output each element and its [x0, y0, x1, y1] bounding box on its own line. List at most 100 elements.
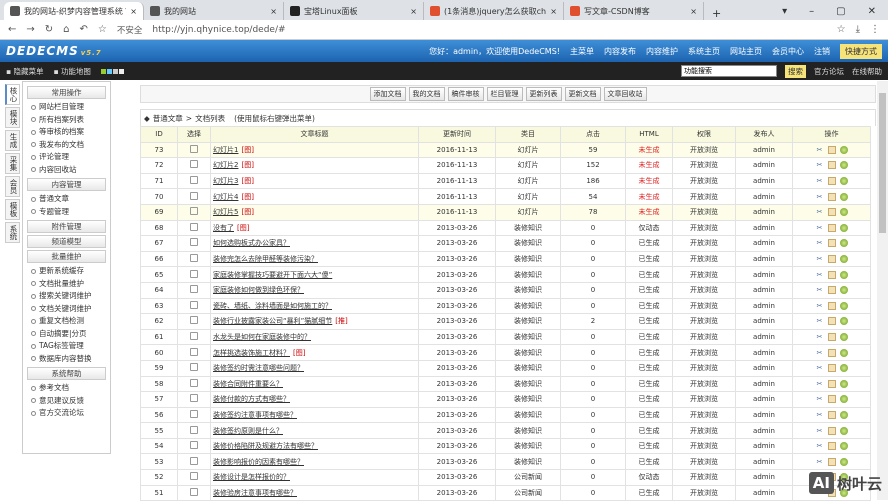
- preview-icon[interactable]: [839, 177, 848, 186]
- toolbar-button[interactable]: 更新文档: [564, 87, 601, 101]
- preview-icon[interactable]: [839, 255, 848, 264]
- sidebar-item[interactable]: 网站栏目管理: [25, 101, 108, 114]
- download-icon[interactable]: ⤓: [856, 24, 860, 35]
- edit-icon[interactable]: [827, 410, 836, 419]
- sidebar-group-header[interactable]: 频道模型: [27, 235, 106, 248]
- article-title-link[interactable]: 装修影响报价的因素有哪些？: [213, 458, 304, 466]
- preview-icon[interactable]: [839, 442, 848, 451]
- close-tab-icon[interactable]: ×: [690, 7, 697, 16]
- sidebar-group-header[interactable]: 常用操作: [27, 86, 106, 99]
- module-tab[interactable]: 采集: [5, 153, 20, 174]
- preview-icon[interactable]: [839, 286, 848, 295]
- reload-icon[interactable]: ↻: [45, 24, 53, 35]
- preview-icon[interactable]: [839, 379, 848, 388]
- row-checkbox[interactable]: [190, 254, 198, 263]
- close-window-icon[interactable]: ✕: [868, 6, 876, 17]
- module-tab[interactable]: 系统: [5, 222, 20, 243]
- article-title-link[interactable]: 装修签约注意事项有哪些？: [213, 411, 297, 419]
- module-tab[interactable]: 核心: [5, 84, 20, 105]
- online-help-link[interactable]: 在线帮助: [852, 66, 882, 77]
- row-checkbox[interactable]: [190, 347, 198, 356]
- preview-icon[interactable]: [839, 270, 848, 279]
- preview-icon[interactable]: [839, 239, 848, 248]
- bookmark-star-icon[interactable]: ☆: [98, 24, 107, 35]
- sidebar-item[interactable]: 意见建议反馈: [25, 395, 108, 408]
- article-title-link[interactable]: 幻灯片2: [213, 161, 238, 169]
- skin-selector[interactable]: [100, 67, 125, 76]
- row-checkbox[interactable]: [190, 176, 198, 185]
- module-tab[interactable]: 会员: [5, 176, 20, 197]
- tools-icon[interactable]: ✂: [816, 349, 824, 357]
- tools-icon[interactable]: ✂: [816, 177, 824, 185]
- sidebar-group-header[interactable]: 批量维护: [27, 250, 106, 263]
- menu-icon[interactable]: ⋮: [870, 24, 880, 35]
- header-nav-link[interactable]: 主菜单: [570, 46, 594, 57]
- sidebar-item[interactable]: 普通文章: [25, 193, 108, 206]
- header-nav-link[interactable]: 会员中心: [772, 46, 804, 57]
- scrollbar-thumb[interactable]: [879, 93, 886, 233]
- edit-icon[interactable]: [827, 286, 836, 295]
- header-nav-link[interactable]: 系统主页: [688, 46, 720, 57]
- edit-icon[interactable]: [827, 255, 836, 264]
- edit-icon[interactable]: [827, 348, 836, 357]
- row-checkbox[interactable]: [190, 222, 198, 231]
- close-tab-icon[interactable]: ×: [410, 7, 417, 16]
- article-title-link[interactable]: 幻灯片5: [213, 208, 238, 216]
- row-checkbox[interactable]: [190, 487, 198, 496]
- tools-icon[interactable]: ✂: [816, 427, 824, 435]
- edit-icon[interactable]: [827, 192, 836, 201]
- sidebar-item[interactable]: 数据库内容替换: [25, 353, 108, 366]
- tools-icon[interactable]: ✂: [816, 317, 824, 325]
- sidebar-group-header[interactable]: 内容管理: [27, 178, 106, 191]
- sidebar-item[interactable]: TAG标签管理: [25, 340, 108, 353]
- preview-icon[interactable]: [839, 301, 848, 310]
- edit-icon[interactable]: [827, 145, 836, 154]
- sidebar-item[interactable]: 更新系统缓存: [25, 265, 108, 278]
- minimize-icon[interactable]: –: [809, 6, 814, 17]
- preview-icon[interactable]: [839, 208, 848, 217]
- header-nav-link[interactable]: 网站主页: [730, 46, 762, 57]
- row-checkbox[interactable]: [190, 160, 198, 169]
- tools-icon[interactable]: ✂: [816, 255, 824, 263]
- edit-icon[interactable]: [827, 239, 836, 248]
- row-checkbox[interactable]: [190, 378, 198, 387]
- edit-icon[interactable]: [827, 442, 836, 451]
- article-title-link[interactable]: 家庭装修如何做到绿色环保？: [213, 286, 304, 294]
- security-indicator[interactable]: 不安全: [117, 24, 143, 36]
- edit-icon[interactable]: [827, 270, 836, 279]
- close-tab-icon[interactable]: ×: [550, 7, 557, 16]
- browser-tab[interactable]: 我的网站-织梦内容管理系统 V57 ×: [4, 2, 144, 20]
- row-checkbox[interactable]: [190, 144, 198, 153]
- preview-icon[interactable]: [839, 348, 848, 357]
- preview-icon[interactable]: [839, 364, 848, 373]
- sidebar-item[interactable]: 搜索关键词维护: [25, 290, 108, 303]
- module-tab[interactable]: 生成: [5, 130, 20, 151]
- article-title-link[interactable]: 怎样挑选装饰施工材料？: [213, 349, 290, 357]
- sidebar-item[interactable]: 自动摘要|分页: [25, 328, 108, 341]
- edit-icon[interactable]: [827, 333, 836, 342]
- edit-icon[interactable]: [827, 364, 836, 373]
- row-checkbox[interactable]: [190, 456, 198, 465]
- sidebar-item[interactable]: 内容回收站: [25, 164, 108, 177]
- row-checkbox[interactable]: [190, 285, 198, 294]
- edit-icon[interactable]: [827, 301, 836, 310]
- back-icon[interactable]: ←: [8, 24, 16, 35]
- browser-tab[interactable]: (1条消息)jquery怎么获取checkbox×: [424, 2, 564, 20]
- sidebar-item[interactable]: 评论管理: [25, 151, 108, 164]
- preview-icon[interactable]: [839, 395, 848, 404]
- row-checkbox[interactable]: [190, 363, 198, 372]
- header-nav-link[interactable]: 内容发布: [604, 46, 636, 57]
- edit-icon[interactable]: [827, 457, 836, 466]
- toolbar-button[interactable]: 我的文档: [408, 87, 445, 101]
- article-title-link[interactable]: 装修签约原则是什么？: [213, 427, 283, 435]
- row-checkbox[interactable]: [190, 472, 198, 481]
- scrollbar[interactable]: [877, 81, 888, 500]
- sidebar-item[interactable]: 重复文档检测: [25, 315, 108, 328]
- article-title-link[interactable]: 装修合同附件重要么？: [213, 380, 283, 388]
- tools-icon[interactable]: ✂: [816, 146, 824, 154]
- forward-icon[interactable]: →: [26, 24, 34, 35]
- hide-menu-button[interactable]: ▪ 隐藏菜单: [6, 66, 43, 77]
- row-checkbox[interactable]: [190, 207, 198, 216]
- sidebar-item[interactable]: 官方交流论坛: [25, 407, 108, 420]
- url-input[interactable]: http://yjn.qhynice.top/dede/#: [152, 25, 826, 35]
